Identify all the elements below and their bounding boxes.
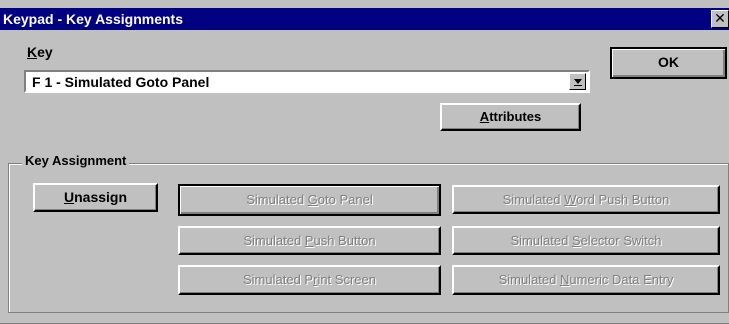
ok-button[interactable]: OK [610,47,727,79]
unassign-button[interactable]: Unassign [33,183,158,212]
close-icon: ✕ [714,10,726,26]
simulated-word-push-button[interactable]: Simulated Word Push Button [452,185,720,214]
key-dropdown-value: F 1 - Simulated Goto Panel [32,74,210,90]
close-button[interactable]: ✕ [711,10,729,28]
simulated-push-button[interactable]: Simulated Push Button [178,226,441,255]
window-title: Keypad - Key Assignments [3,11,183,27]
key-assignments-dialog: Keypad - Key Assignments ✕ Key F 1 - Sim… [0,0,729,324]
simulated-selector-switch-button[interactable]: Simulated Selector Switch [452,226,720,255]
key-dropdown[interactable]: F 1 - Simulated Goto Panel [24,70,590,93]
key-assignment-label: Key Assignment [22,153,130,168]
title-bar[interactable]: Keypad - Key Assignments ✕ [0,8,729,30]
key-label: Key [27,44,53,60]
chevron-down-icon[interactable] [569,73,586,90]
simulated-print-screen-button[interactable]: Simulated Print Screen [178,265,441,295]
simulated-numeric-data-entry-button[interactable]: Simulated Numeric Data Entry [452,265,720,295]
attributes-button[interactable]: Attributes [440,103,581,131]
simulated-goto-panel-button[interactable]: Simulated Goto Panel [178,184,441,216]
